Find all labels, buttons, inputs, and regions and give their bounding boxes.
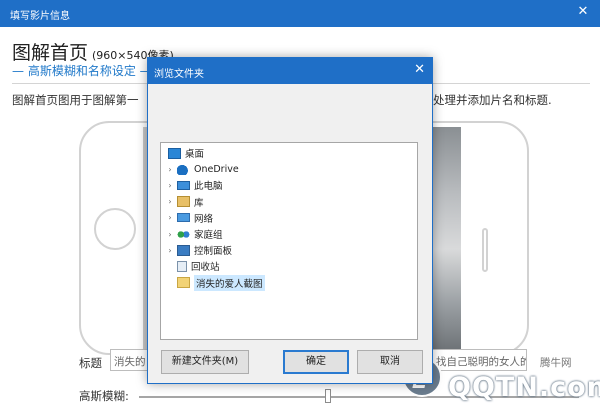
tree-item[interactable]: › 家庭组 [165, 226, 223, 242]
tree-item[interactable]: › OneDrive [165, 161, 239, 177]
cancel-button[interactable]: 取消 [357, 350, 423, 374]
tree-item[interactable]: 消失的爱人截图 [165, 274, 265, 291]
tree-item[interactable]: › 控制面板 [165, 242, 232, 258]
ok-button[interactable]: 确定 [283, 350, 349, 374]
computer-icon [177, 180, 190, 190]
tree-item-label: 家庭组 [194, 230, 223, 241]
tree-item-label: 消失的爱人截图 [194, 274, 265, 291]
new-folder-button[interactable]: 新建文件夹(M) [161, 350, 249, 374]
blur-label: 高斯模糊: [79, 389, 129, 403]
tree-item-label: OneDrive [194, 163, 239, 175]
network-icon [177, 213, 190, 223]
homegroup-icon [177, 228, 190, 240]
tree-item-label: 网络 [194, 213, 214, 225]
chevron-right-icon[interactable]: › [165, 181, 175, 190]
tree-item[interactable]: › 网络 [165, 210, 213, 226]
page-subtitle: — 高斯模糊和名称设定 — [12, 64, 152, 78]
phone-speaker-icon [482, 228, 488, 272]
subtitle-input[interactable]: 找自己聪明的女人的 [432, 349, 527, 371]
chevron-right-icon[interactable]: › [165, 213, 175, 222]
control-panel-icon [177, 244, 190, 256]
phone-home-button-icon [94, 208, 136, 250]
blur-slider-thumb[interactable] [325, 389, 332, 403]
recycle-bin-icon [177, 260, 187, 272]
chevron-right-icon[interactable]: › [165, 197, 175, 206]
dialog-title: 浏览文件夹 [154, 69, 204, 80]
page-title-text: 图解首页 [12, 42, 89, 64]
chevron-right-icon[interactable]: › [165, 165, 175, 174]
description-left: 图解首页图用于图解第一 [12, 93, 139, 107]
tree-item-label: 库 [194, 197, 204, 209]
preview-image-right-edge [431, 127, 461, 349]
description-right: 处理并添加片名和标题. [433, 93, 552, 107]
window-titlebar: 填写影片信息 ✕ [0, 0, 600, 27]
tree-item[interactable]: › 库 [165, 194, 204, 210]
title-label: 标题 [79, 356, 102, 370]
tree-item-label: 桌面 [185, 149, 205, 160]
qqtn-logo-text: QQTN.com [448, 372, 600, 403]
tree-item[interactable]: 桌面 [164, 145, 204, 161]
tree-item[interactable]: 回收站 [165, 258, 220, 274]
title-input[interactable]: 消失的 [110, 349, 152, 371]
tree-item[interactable]: › 此电脑 [165, 177, 223, 193]
tree-item-label: 回收站 [191, 262, 220, 274]
desktop-icon [168, 147, 181, 159]
folder-icon [177, 277, 190, 289]
dialog-titlebar: 浏览文件夹 ✕ [148, 58, 432, 84]
window-close-icon[interactable]: ✕ [576, 4, 590, 20]
window-title: 填写影片信息 [10, 11, 70, 22]
tree-item-label: 此电脑 [194, 181, 223, 193]
onedrive-cloud-icon [177, 163, 190, 175]
dialog-close-icon[interactable]: ✕ [414, 62, 425, 78]
chevron-right-icon[interactable]: › [165, 230, 175, 239]
library-icon [177, 196, 190, 208]
browse-folder-dialog: 浏览文件夹 ✕ 桌面 › OneDrive › 此电脑 › 库 › 网络 › 家庭组 › 控制面板 回收站… [147, 57, 433, 384]
site-watermark-text: 腾牛网 [540, 357, 572, 369]
chevron-right-icon[interactable]: › [165, 246, 175, 255]
folder-tree[interactable]: 桌面 › OneDrive › 此电脑 › 库 › 网络 › 家庭组 › 控制面板 回收站 消失的爱人截图 [160, 142, 418, 340]
tree-item-label: 控制面板 [194, 246, 233, 258]
